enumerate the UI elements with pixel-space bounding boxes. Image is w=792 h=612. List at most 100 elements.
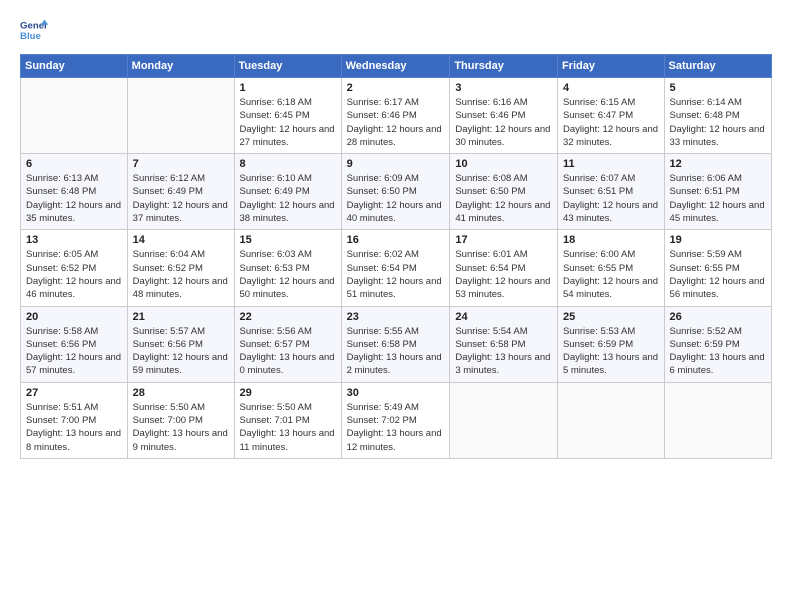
col-header-friday: Friday (557, 55, 664, 78)
day-info: Sunrise: 6:10 AM Sunset: 6:49 PM Dayligh… (240, 172, 336, 225)
day-info: Sunrise: 6:16 AM Sunset: 6:46 PM Dayligh… (455, 96, 552, 149)
day-number: 29 (240, 387, 336, 399)
day-cell: 16 Sunrise: 6:02 AM Sunset: 6:54 PM Dayli… (341, 230, 450, 306)
day-number: 30 (347, 387, 445, 399)
day-number: 9 (347, 158, 445, 170)
day-number: 13 (26, 234, 122, 246)
logo-icon: General Blue (20, 16, 48, 44)
day-number: 6 (26, 158, 122, 170)
day-cell (127, 78, 234, 154)
day-cell: 4 Sunrise: 6:15 AM Sunset: 6:47 PM Daylig… (557, 78, 664, 154)
day-cell: 12 Sunrise: 6:06 AM Sunset: 6:51 PM Dayli… (664, 154, 771, 230)
day-info: Sunrise: 6:17 AM Sunset: 6:46 PM Dayligh… (347, 96, 445, 149)
day-number: 14 (133, 234, 229, 246)
day-cell: 28 Sunrise: 5:50 AM Sunset: 7:00 PM Dayli… (127, 382, 234, 458)
day-info: Sunrise: 5:59 AM Sunset: 6:55 PM Dayligh… (670, 248, 766, 301)
day-info: Sunrise: 5:58 AM Sunset: 6:56 PM Dayligh… (26, 325, 122, 378)
day-cell: 23 Sunrise: 5:55 AM Sunset: 6:58 PM Dayli… (341, 306, 450, 382)
week-row-2: 6Sunrise: 6:13 AM Sunset: 6:48 PM Daylig… (21, 154, 772, 230)
col-header-thursday: Thursday (450, 55, 558, 78)
day-number: 1 (240, 82, 336, 94)
day-number: 18 (563, 234, 659, 246)
day-number: 11 (563, 158, 659, 170)
day-cell: 22 Sunrise: 5:56 AM Sunset: 6:57 PM Dayli… (234, 306, 341, 382)
day-number: 15 (240, 234, 336, 246)
day-info: Sunrise: 5:55 AM Sunset: 6:58 PM Dayligh… (347, 325, 445, 378)
day-cell: 5 Sunrise: 6:14 AM Sunset: 6:48 PM Daylig… (664, 78, 771, 154)
week-row-3: 13 Sunrise: 6:05 AM Sunset: 6:52 PM Dayli… (21, 230, 772, 306)
day-cell: 21 Sunrise: 5:57 AM Sunset: 6:56 PM Dayli… (127, 306, 234, 382)
day-number: 28 (133, 387, 229, 399)
day-cell: 14 Sunrise: 6:04 AM Sunset: 6:52 PM Dayli… (127, 230, 234, 306)
day-cell (21, 78, 128, 154)
day-info: Sunrise: 5:56 AM Sunset: 6:57 PM Dayligh… (240, 325, 336, 378)
day-cell: 18 Sunrise: 6:00 AM Sunset: 6:55 PM Dayli… (557, 230, 664, 306)
day-info: Sunrise: 6:12 AM Sunset: 6:49 PM Dayligh… (133, 172, 229, 225)
day-cell (450, 382, 558, 458)
day-number: 27 (26, 387, 122, 399)
day-info: Sunrise: 6:01 AM Sunset: 6:54 PM Dayligh… (455, 248, 552, 301)
day-cell: 30 Sunrise: 5:49 AM Sunset: 7:02 PM Dayli… (341, 382, 450, 458)
col-header-wednesday: Wednesday (341, 55, 450, 78)
day-info: Sunrise: 6:05 AM Sunset: 6:52 PM Dayligh… (26, 248, 122, 301)
day-info: Sunrise: 6:04 AM Sunset: 6:52 PM Dayligh… (133, 248, 229, 301)
col-header-monday: Monday (127, 55, 234, 78)
day-number: 17 (455, 234, 552, 246)
day-cell: 2 Sunrise: 6:17 AM Sunset: 6:46 PM Daylig… (341, 78, 450, 154)
day-info: Sunrise: 5:53 AM Sunset: 6:59 PM Dayligh… (563, 325, 659, 378)
day-cell: 20 Sunrise: 5:58 AM Sunset: 6:56 PM Dayli… (21, 306, 128, 382)
day-cell: 26 Sunrise: 5:52 AM Sunset: 6:59 PM Dayli… (664, 306, 771, 382)
day-info: Sunrise: 5:51 AM Sunset: 7:00 PM Dayligh… (26, 401, 122, 454)
header: General Blue (20, 16, 772, 44)
day-info: Sunrise: 6:15 AM Sunset: 6:47 PM Dayligh… (563, 96, 659, 149)
day-info: Sunrise: 6:08 AM Sunset: 6:50 PM Dayligh… (455, 172, 552, 225)
week-row-1: 1Sunrise: 6:18 AM Sunset: 6:45 PM Daylig… (21, 78, 772, 154)
day-number: 3 (455, 82, 552, 94)
day-number: 26 (670, 311, 766, 323)
day-cell: 29 Sunrise: 5:50 AM Sunset: 7:01 PM Dayli… (234, 382, 341, 458)
day-cell: 24 Sunrise: 5:54 AM Sunset: 6:58 PM Dayli… (450, 306, 558, 382)
day-number: 25 (563, 311, 659, 323)
day-info: Sunrise: 5:50 AM Sunset: 7:01 PM Dayligh… (240, 401, 336, 454)
col-header-tuesday: Tuesday (234, 55, 341, 78)
day-cell: 15Sunrise: 6:03 AM Sunset: 6:53 PM Dayli… (234, 230, 341, 306)
day-cell (557, 382, 664, 458)
day-cell: 17 Sunrise: 6:01 AM Sunset: 6:54 PM Dayli… (450, 230, 558, 306)
day-number: 24 (455, 311, 552, 323)
day-number: 16 (347, 234, 445, 246)
day-info: Sunrise: 6:09 AM Sunset: 6:50 PM Dayligh… (347, 172, 445, 225)
day-cell: 3 Sunrise: 6:16 AM Sunset: 6:46 PM Daylig… (450, 78, 558, 154)
day-info: Sunrise: 6:07 AM Sunset: 6:51 PM Dayligh… (563, 172, 659, 225)
day-number: 7 (133, 158, 229, 170)
calendar-table: SundayMondayTuesdayWednesdayThursdayFrid… (20, 54, 772, 459)
week-row-4: 20 Sunrise: 5:58 AM Sunset: 6:56 PM Dayli… (21, 306, 772, 382)
day-info: Sunrise: 5:54 AM Sunset: 6:58 PM Dayligh… (455, 325, 552, 378)
day-info: Sunrise: 6:14 AM Sunset: 6:48 PM Dayligh… (670, 96, 766, 149)
day-number: 23 (347, 311, 445, 323)
day-info: Sunrise: 5:50 AM Sunset: 7:00 PM Dayligh… (133, 401, 229, 454)
day-cell: 19Sunrise: 5:59 AM Sunset: 6:55 PM Dayli… (664, 230, 771, 306)
day-number: 20 (26, 311, 122, 323)
col-header-sunday: Sunday (21, 55, 128, 78)
day-cell: 7 Sunrise: 6:12 AM Sunset: 6:49 PM Daylig… (127, 154, 234, 230)
day-cell: 13 Sunrise: 6:05 AM Sunset: 6:52 PM Dayli… (21, 230, 128, 306)
day-info: Sunrise: 6:02 AM Sunset: 6:54 PM Dayligh… (347, 248, 445, 301)
day-number: 2 (347, 82, 445, 94)
day-info: Sunrise: 5:57 AM Sunset: 6:56 PM Dayligh… (133, 325, 229, 378)
day-info: Sunrise: 6:06 AM Sunset: 6:51 PM Dayligh… (670, 172, 766, 225)
day-number: 4 (563, 82, 659, 94)
day-number: 22 (240, 311, 336, 323)
day-number: 21 (133, 311, 229, 323)
day-cell: 11 Sunrise: 6:07 AM Sunset: 6:51 PM Dayli… (557, 154, 664, 230)
day-cell: 8Sunrise: 6:10 AM Sunset: 6:49 PM Daylig… (234, 154, 341, 230)
day-info: Sunrise: 5:49 AM Sunset: 7:02 PM Dayligh… (347, 401, 445, 454)
day-cell: 10 Sunrise: 6:08 AM Sunset: 6:50 PM Dayli… (450, 154, 558, 230)
col-header-saturday: Saturday (664, 55, 771, 78)
day-info: Sunrise: 6:00 AM Sunset: 6:55 PM Dayligh… (563, 248, 659, 301)
logo: General Blue (20, 16, 48, 44)
day-number: 12 (670, 158, 766, 170)
day-info: Sunrise: 5:52 AM Sunset: 6:59 PM Dayligh… (670, 325, 766, 378)
day-cell: 27 Sunrise: 5:51 AM Sunset: 7:00 PM Dayli… (21, 382, 128, 458)
day-number: 10 (455, 158, 552, 170)
day-number: 5 (670, 82, 766, 94)
